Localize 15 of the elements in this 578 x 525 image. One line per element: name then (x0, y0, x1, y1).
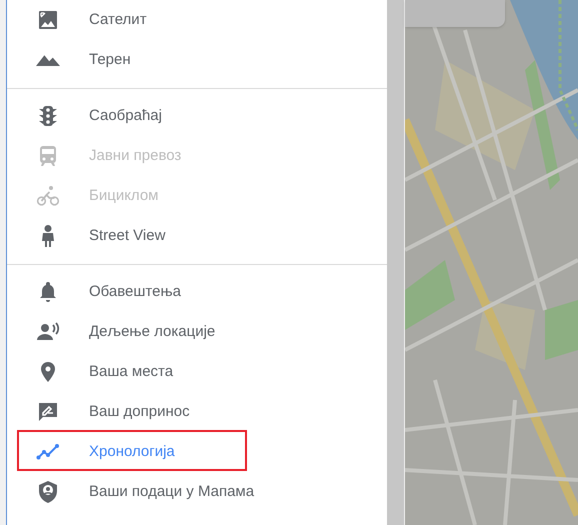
menu-item[interactable]: Street View (7, 216, 387, 256)
menu-item[interactable]: Саобраћај (7, 96, 387, 136)
menu-item[interactable]: Терен (7, 40, 387, 80)
menu-item[interactable]: Ваша места (7, 352, 387, 392)
menu-item[interactable]: Хронологија (7, 432, 387, 472)
shield-person-icon (36, 480, 60, 504)
mountain-icon (36, 54, 60, 66)
menu-item[interactable]: Дељење локације (7, 312, 387, 352)
menu-item[interactable]: Обавештења (7, 272, 387, 312)
menu-item[interactable]: Сателит (7, 0, 387, 40)
satellite-icon (36, 8, 60, 32)
menu-item[interactable]: Ваш допринос (7, 392, 387, 432)
edit-comment-icon (36, 400, 60, 424)
menu-item[interactable]: Ваши подаци у Мапама (7, 472, 387, 512)
bicycle-icon (36, 184, 60, 208)
